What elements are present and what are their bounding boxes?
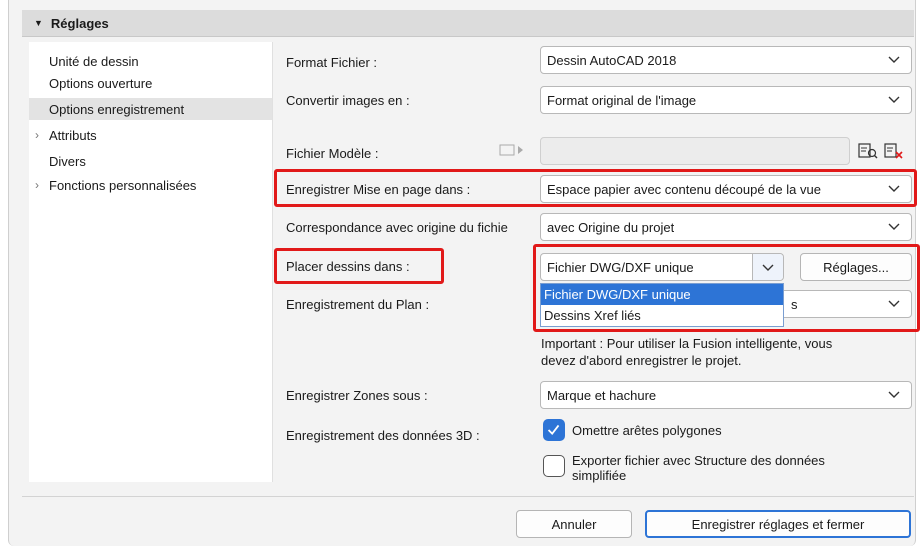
exporter-structure-checkbox[interactable]: [543, 455, 565, 477]
inspect-file-icon[interactable]: [858, 142, 878, 160]
sidebar-item-attributs[interactable]: › Attributs: [29, 124, 272, 146]
enregistrement-plan-value-fragment: s: [791, 297, 798, 312]
sidebar-item-options-enregistrement[interactable]: Options enregistrement: [29, 98, 272, 120]
folder-link-icon[interactable]: [499, 142, 529, 158]
cancel-button-label: Annuler: [551, 516, 597, 532]
fusion-note-line: Important : Pour utiliser la Fusion inte…: [541, 336, 833, 351]
chevron-down-icon: [888, 391, 900, 398]
omettre-aretes-checkbox[interactable]: [543, 419, 565, 441]
save-and-close-button[interactable]: Enregistrer réglages et fermer: [645, 510, 911, 538]
format-fichier-label: Format Fichier :: [286, 55, 378, 70]
sidebar-item-label: Attributs: [49, 127, 97, 143]
convertir-images-select[interactable]: Format original de l'image: [540, 86, 912, 114]
fichier-modele-field[interactable]: [540, 137, 850, 165]
highlight-box-placer-label: [274, 248, 444, 284]
omettre-aretes-label: Omettre arêtes polygones: [572, 423, 722, 438]
correspondance-select[interactable]: avec Origine du projet: [540, 213, 912, 241]
cancel-button[interactable]: Annuler: [516, 510, 632, 538]
chevron-down-icon: [888, 96, 900, 103]
fichier-modele-label: Fichier Modèle :: [286, 146, 379, 161]
checkmark-icon: [547, 424, 560, 436]
correspondance-value: avec Origine du projet: [547, 219, 675, 235]
donnees-3d-label: Enregistrement des données 3D :: [286, 428, 480, 443]
sidebar-item-label: Divers: [49, 153, 86, 169]
zones-value: Marque et hachure: [547, 387, 657, 403]
sidebar: Unité de dessin Options ouverture Option…: [29, 42, 273, 482]
chevron-right-icon[interactable]: ›: [35, 178, 39, 192]
section-header[interactable]: ▼ Réglages: [22, 10, 914, 37]
zones-select[interactable]: Marque et hachure: [540, 381, 912, 409]
sidebar-item-label: Unité de dessin: [49, 53, 139, 69]
dropdown-option[interactable]: Dessins Xref liés: [541, 305, 783, 326]
exporter-structure-label-line: Exporter fichier avec Structure des donn…: [572, 453, 825, 468]
convertir-images-value: Format original de l'image: [547, 92, 697, 108]
remove-file-icon[interactable]: [884, 142, 904, 160]
chevron-down-icon: [888, 300, 900, 307]
format-fichier-select[interactable]: Dessin AutoCAD 2018: [540, 46, 912, 74]
enregistrement-plan-label: Enregistrement du Plan :: [286, 297, 430, 312]
section-title: Réglages: [50, 15, 109, 31]
save-and-close-button-label: Enregistrer réglages et fermer: [691, 516, 865, 532]
sidebar-item-label: Fonctions personnalisées: [49, 177, 197, 193]
chevron-down-icon: [888, 56, 900, 63]
sidebar-item-fonctions-personnalisees[interactable]: › Fonctions personnalisées: [29, 174, 272, 196]
sidebar-item-label: Options ouverture: [49, 75, 153, 91]
fusion-note-line: devez d'abord enregistrer le projet.: [541, 353, 742, 368]
exporter-structure-label-line: simplifiée: [572, 468, 627, 483]
dropdown-option[interactable]: Fichier DWG/DXF unique: [541, 284, 783, 305]
correspondance-label: Correspondance avec origine du fichie: [286, 220, 508, 235]
convertir-images-label: Convertir images en :: [286, 93, 410, 108]
collapse-triangle-icon[interactable]: ▼: [34, 18, 43, 28]
footer-divider: [22, 496, 914, 497]
fusion-note: Important : Pour utiliser la Fusion inte…: [541, 335, 832, 369]
sidebar-item-divers[interactable]: Divers: [29, 150, 272, 172]
sidebar-item-label: Options enregistrement: [49, 101, 185, 117]
zones-label: Enregistrer Zones sous :: [286, 388, 428, 403]
placer-dessins-dropdown-list[interactable]: Fichier DWG/DXF unique Dessins Xref liés: [540, 283, 784, 327]
highlight-box-mise-en-page: [274, 169, 917, 207]
exporter-structure-label: Exporter fichier avec Structure des donn…: [572, 453, 825, 483]
chevron-down-icon: [888, 223, 900, 230]
chevron-right-icon[interactable]: ›: [35, 128, 39, 142]
sidebar-item-unite-de-dessin[interactable]: Unité de dessin: [29, 50, 272, 72]
sidebar-item-options-ouverture[interactable]: Options ouverture: [29, 72, 272, 94]
format-fichier-value: Dessin AutoCAD 2018: [547, 52, 677, 68]
